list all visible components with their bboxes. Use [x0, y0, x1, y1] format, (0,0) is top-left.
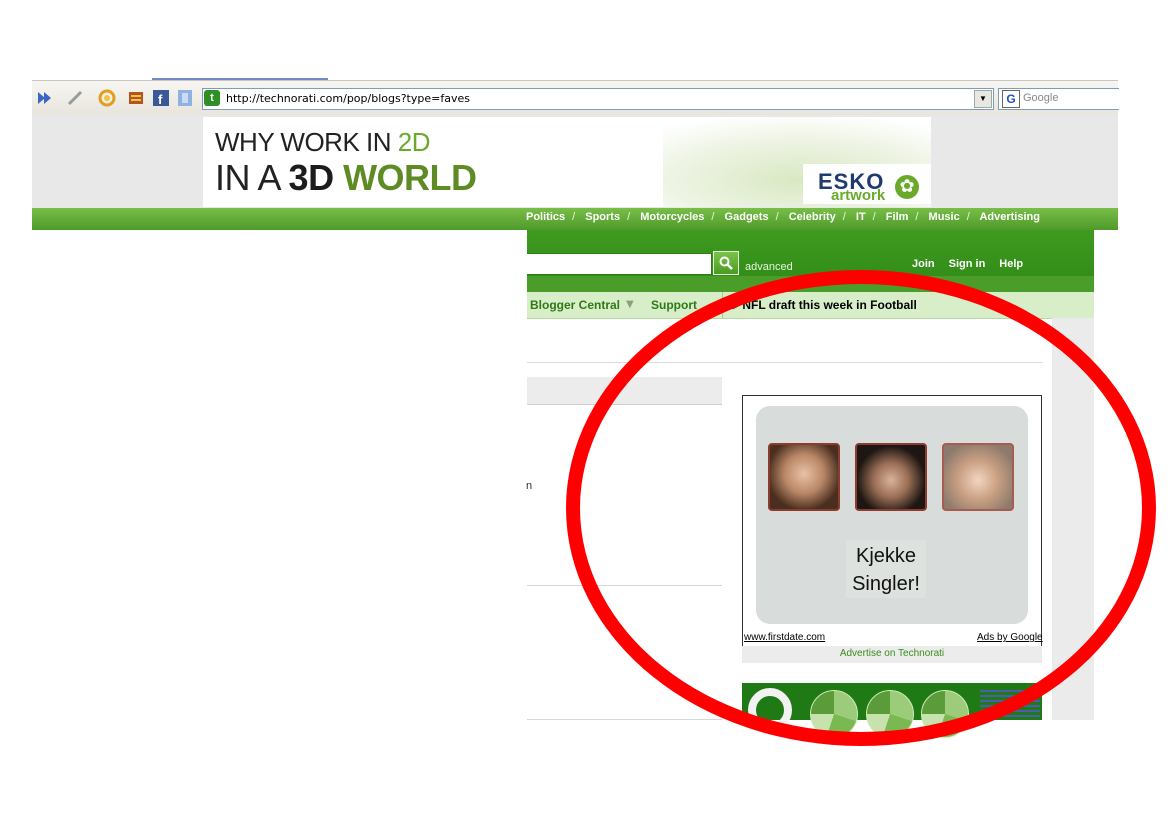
esko-sub-brand: artwork [831, 187, 886, 204]
nav-item-politics[interactable]: Politics [526, 211, 565, 223]
fast-forward-icon[interactable] [36, 89, 54, 107]
divider [527, 719, 722, 720]
nav-item-sports[interactable]: Sports [585, 211, 620, 223]
banner-ad[interactable]: WHY WORK IN 2D IN A 3D WORLD ESKO artwor… [203, 117, 931, 207]
search-placeholder: Google [1023, 92, 1059, 104]
url-text[interactable]: http://technorati.com/pop/blogs?type=fav… [226, 92, 470, 105]
help-link[interactable]: Help [999, 258, 1023, 270]
nav-item-music[interactable]: Music [929, 211, 960, 223]
google-logo-icon[interactable]: G [1002, 90, 1020, 108]
join-link[interactable]: Join [912, 258, 935, 270]
svg-text:f: f [158, 92, 163, 107]
nav-item-it[interactable]: IT [856, 211, 866, 223]
bookmark-icon[interactable] [127, 89, 145, 107]
pencil-icon[interactable] [66, 89, 84, 107]
search-button[interactable] [713, 251, 739, 275]
sync-icon[interactable] [98, 89, 116, 107]
site-search-input[interactable] [527, 253, 712, 275]
esko-flower-icon: ✿ [895, 175, 919, 199]
site-favicon-icon: t [204, 90, 220, 106]
nav-item-gadgets[interactable]: Gadgets [725, 211, 769, 223]
sign-in-link[interactable]: Sign in [949, 258, 986, 270]
nav-item-motorcycles[interactable]: Motorcycles [640, 211, 704, 223]
facebook-icon[interactable]: f [152, 89, 170, 107]
highlight-circle [566, 270, 1156, 746]
url-dropdown-icon[interactable]: ▼ [974, 90, 992, 108]
nav-item-advertising[interactable]: Advertising [979, 211, 1040, 223]
banner-headline-1: WHY WORK IN 2D [215, 127, 431, 157]
blogger-central-menu[interactable]: Blogger Central [530, 298, 620, 312]
support-menu[interactable]: Support [651, 298, 697, 312]
category-nav-items: Politics / Sports / Motorcycles / Gadgets / … [526, 211, 1040, 223]
nav-item-celebrity[interactable]: Celebrity [789, 211, 836, 223]
nav-item-film[interactable]: Film [886, 211, 909, 223]
banner-headline-2: IN A 3D WORLD [215, 157, 477, 198]
truncated-text: n [526, 480, 533, 492]
user-links: Join Sign in Help [912, 258, 1037, 270]
advanced-search-link[interactable]: advanced [745, 261, 793, 273]
chevron-down-icon[interactable]: ▼ [626, 299, 634, 310]
page-icon[interactable] [176, 89, 194, 107]
